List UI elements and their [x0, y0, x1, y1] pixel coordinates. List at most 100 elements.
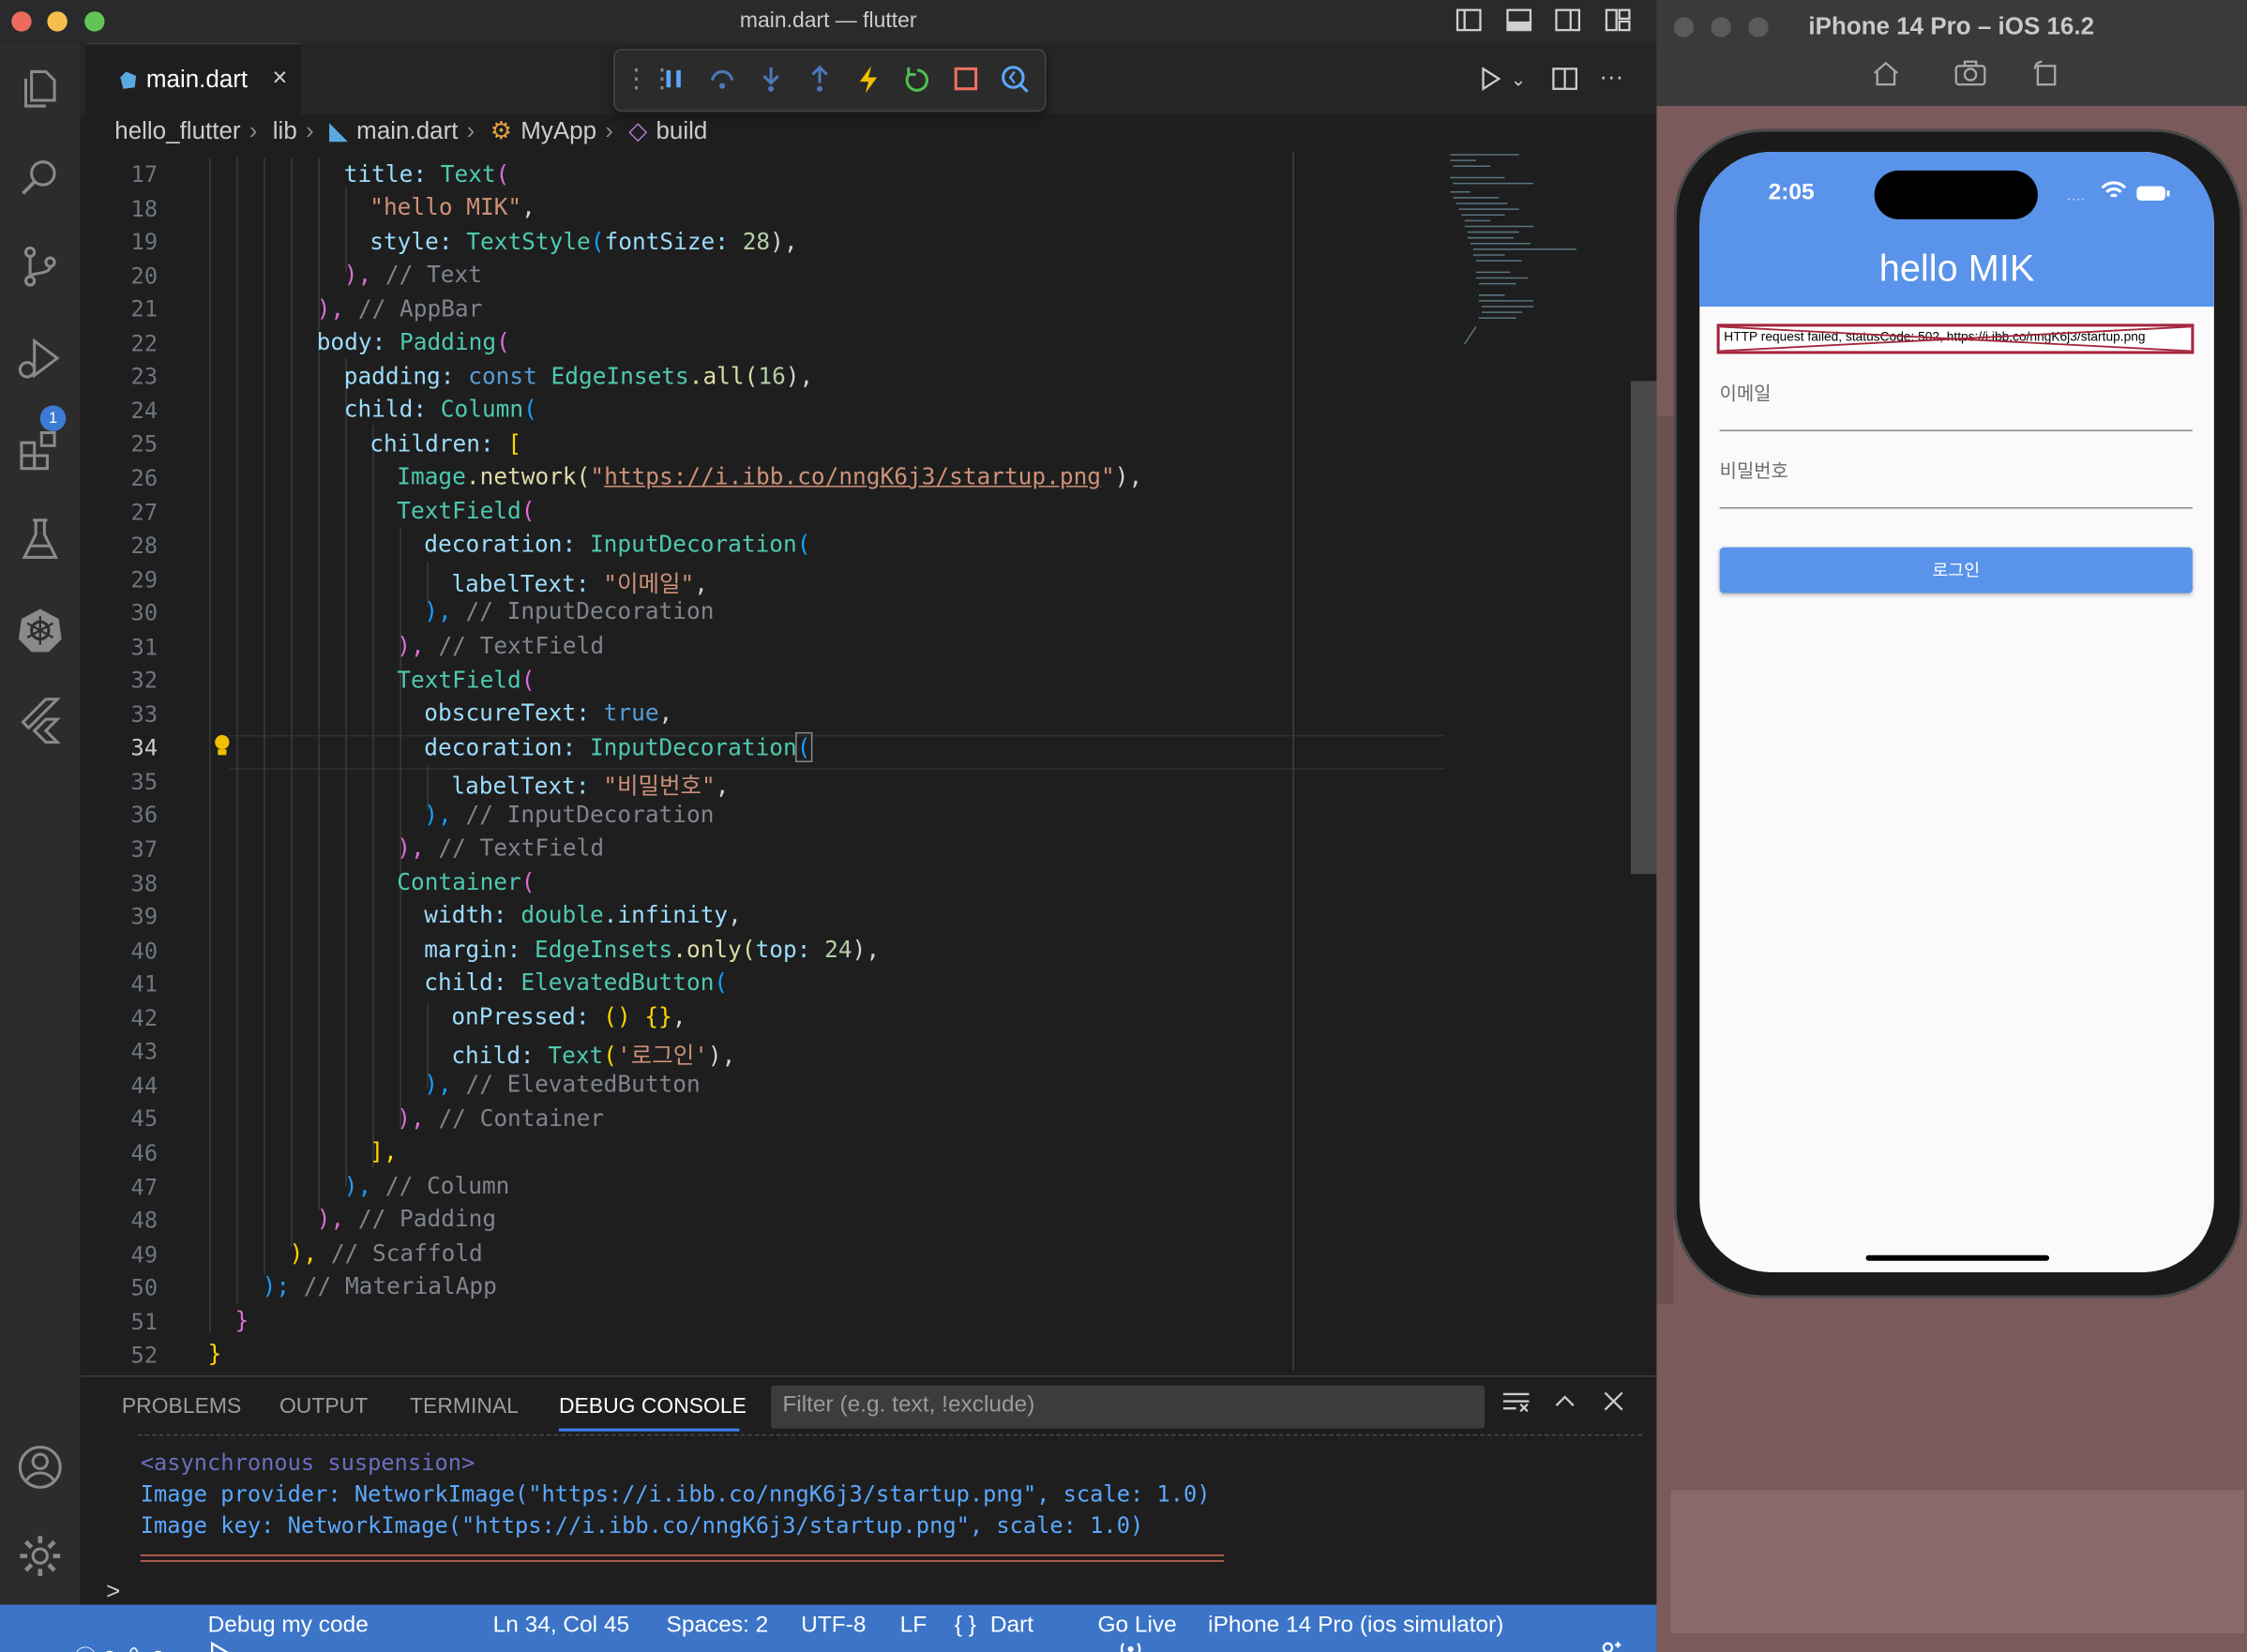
breadcrumb-class[interactable]: MyApp [520, 117, 596, 144]
step-out-icon[interactable] [804, 63, 836, 95]
pause-icon[interactable] [657, 63, 689, 95]
breadcrumb-method[interactable]: build [656, 117, 707, 144]
chevron-down-icon[interactable]: ⌄ [1511, 68, 1527, 91]
code-line-21: ), // AppBar [316, 294, 483, 323]
extensions-icon[interactable] [14, 424, 66, 475]
code-editor[interactable]: title: Text( "hello MIK", style: TextSty… [86, 158, 1649, 1368]
explorer-icon[interactable] [14, 63, 66, 114]
toggle-secondary-sidebar-icon[interactable] [1555, 8, 1581, 32]
console-prompt[interactable]: > [106, 1578, 120, 1607]
close-panel-icon[interactable] [1601, 1389, 1627, 1421]
console-line: Image provider: NetworkImage("https://i.… [140, 1481, 1211, 1508]
close-tab-icon[interactable]: × [272, 63, 287, 93]
cursor-position[interactable]: Ln 34, Col 45 [493, 1614, 629, 1640]
tab-main-dart[interactable]: main.dart × [85, 42, 301, 116]
editor-ruler [1292, 151, 1294, 1370]
chevron-right-icon: › [305, 117, 314, 145]
status-time: 2:05 [1768, 180, 1815, 205]
tab-problems[interactable]: PROBLEMS [122, 1394, 241, 1419]
code-line-34: decoration: InputDecoration( [424, 731, 812, 762]
tab-terminal[interactable]: TERMINAL [410, 1394, 519, 1419]
code-line-40: margin: EdgeInsets.only(top: 24), [424, 935, 881, 963]
clear-console-icon[interactable] [1501, 1389, 1531, 1421]
code-line-43: child: Text('로그인'), [451, 1041, 736, 1070]
settings-gear-icon[interactable] [14, 1530, 66, 1582]
toggle-panel-icon[interactable] [1506, 8, 1532, 32]
problems-status[interactable]: ⓧ 0 ⚠ 0 [23, 1614, 165, 1652]
tab-debug-console[interactable]: DEBUG CONSOLE [559, 1394, 746, 1419]
device-selector[interactable]: iPhone 14 Pro (ios simulator) [1208, 1614, 1503, 1640]
editor-scrollbar[interactable] [1630, 381, 1657, 875]
rotate-icon[interactable] [2032, 60, 2058, 93]
code-line-47: ), // Column [343, 1172, 510, 1200]
simulator-title: iPhone 14 Pro – iOS 16.2 [1808, 12, 2095, 40]
language-mode[interactable]: Dart [990, 1614, 1033, 1640]
code-line-30: ), // InputDecoration [424, 597, 715, 625]
home-indicator[interactable] [1865, 1254, 2050, 1261]
step-into-icon[interactable] [755, 63, 787, 95]
encoding[interactable]: UTF-8 [801, 1614, 866, 1640]
toggle-primary-sidebar-icon[interactable] [1455, 8, 1483, 32]
search-icon[interactable] [14, 152, 66, 203]
dart-file-icon [120, 71, 137, 89]
tab-output[interactable]: OUTPUT [279, 1394, 368, 1419]
screenshot-icon[interactable] [1954, 60, 1986, 93]
more-actions-icon[interactable]: ··· [1599, 63, 1623, 92]
stop-icon[interactable] [950, 63, 982, 95]
iphone-screen: 2:05 ···· hello MIK HTTP request failed,… [1699, 151, 2214, 1273]
devtools-icon[interactable] [999, 63, 1031, 95]
step-over-icon[interactable] [706, 63, 738, 95]
run-and-debug-icon[interactable] [14, 333, 66, 384]
source-control-icon[interactable] [14, 241, 66, 293]
breadcrumb-lib[interactable]: lib [273, 117, 297, 144]
ios-simulator-window: iPhone 14 Pro – iOS 16.2 2:05 ···· hello… [1656, 0, 2247, 1652]
run-icon[interactable] [1477, 66, 1503, 98]
console-line: Image key: NetworkImage("https://i.ibb.c… [140, 1512, 1144, 1539]
minimize-window-button[interactable] [1711, 17, 1731, 38]
vscode-window: main.dart — flutter 1 main.dart × ⋮⋮ ⌄ ·… [0, 0, 1658, 1652]
home-icon[interactable] [1872, 60, 1901, 93]
login-button[interactable]: 로그인 [1719, 547, 2193, 593]
console-filter-input[interactable] [771, 1385, 1483, 1426]
code-line-29: labelText: "이메일", [451, 570, 708, 598]
close-window-button[interactable] [1673, 17, 1695, 38]
breadcrumb-file[interactable]: main.dart [356, 117, 458, 144]
class-icon: ⚙ [490, 117, 513, 145]
notifications-bell-icon[interactable] [1602, 1614, 1656, 1652]
code-line-52: } [207, 1339, 222, 1367]
code-line-49: ), // Scaffold [289, 1239, 483, 1267]
code-line-31: ), // TextField [397, 631, 605, 659]
signal-dots-icon: ···· [2066, 191, 2086, 208]
testing-icon[interactable] [14, 513, 66, 564]
password-field[interactable] [1719, 506, 2193, 509]
chevron-right-icon: › [249, 117, 258, 145]
code-line-24: child: Column( [343, 395, 537, 423]
restart-icon[interactable] [901, 63, 933, 95]
breadcrumb-folder[interactable]: hello_flutter [114, 117, 240, 144]
minimap[interactable] [1447, 152, 1591, 353]
indentation[interactable]: Spaces: 2 [667, 1614, 769, 1640]
password-field-label: 비밀번호 [1719, 459, 1788, 482]
line-ending[interactable]: LF [900, 1614, 927, 1640]
code-line-51: } [234, 1306, 249, 1334]
customize-layout-icon[interactable] [1605, 8, 1631, 32]
email-field[interactable] [1719, 429, 2193, 431]
maximize-panel-icon[interactable] [1552, 1389, 1578, 1421]
drag-handle-icon[interactable]: ⋮⋮ [624, 63, 675, 95]
hot-reload-icon[interactable] [852, 63, 884, 95]
go-live[interactable]: Go Live [1097, 1614, 1176, 1640]
code-line-18: "hello MIK", [369, 193, 535, 221]
code-line-42: onPressed: () {}, [451, 1002, 686, 1030]
chevron-right-icon: › [466, 117, 475, 145]
debug-config[interactable]: Debug my code [208, 1614, 369, 1640]
code-line-19: style: TextStyle(fontSize: 28), [369, 227, 798, 256]
flutter-icon[interactable] [14, 694, 66, 745]
code-line-37: ), // TextField [397, 834, 605, 862]
error-count: 0 [103, 1647, 116, 1652]
accounts-icon[interactable] [14, 1441, 66, 1493]
split-editor-icon[interactable] [1552, 66, 1578, 98]
kubernetes-icon[interactable] [14, 605, 66, 656]
maximize-window-button[interactable] [1748, 17, 1769, 38]
method-cube-icon: ◇ [628, 117, 648, 145]
code-line-38: Container( [397, 868, 535, 896]
